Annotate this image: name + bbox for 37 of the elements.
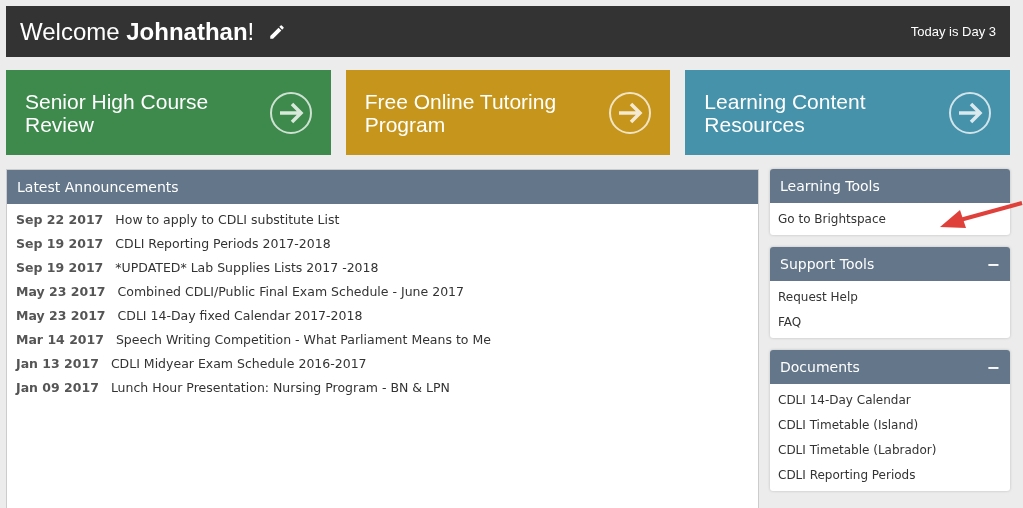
announcement-date: Mar 14 2017 bbox=[16, 331, 104, 349]
sidebar-link[interactable]: CDLI Timetable (Labrador) bbox=[778, 441, 1002, 459]
arrow-circle-icon bbox=[948, 90, 992, 135]
day-label: Today is Day 3 bbox=[910, 24, 996, 39]
panel-title: Learning Tools bbox=[780, 178, 880, 194]
sidebar-link[interactable]: CDLI Reporting Periods bbox=[778, 466, 1002, 484]
announcement-link[interactable]: CDLI Midyear Exam Schedule 2016-2017 bbox=[110, 355, 367, 373]
course-tile[interactable]: Learning Content Resources bbox=[685, 70, 1010, 155]
arrow-circle-icon bbox=[608, 90, 653, 135]
announcement-link[interactable]: Lunch Hour Presentation: Nursing Program - BN & LPN bbox=[110, 379, 450, 397]
sidebar-link[interactable]: CDLI Timetable (Island) bbox=[778, 416, 1002, 434]
announcement-date: Sep 22 2017 bbox=[16, 211, 104, 229]
announcement-link[interactable]: CDLI 14-Day fixed Calendar 2017-2018 bbox=[117, 307, 363, 325]
pencil-icon[interactable] bbox=[268, 22, 287, 41]
sidebar-link[interactable]: Go to Brightspace bbox=[778, 210, 1002, 228]
announcement-link[interactable]: Combined CDLI/Public Final Exam Schedule - June 2017 bbox=[117, 283, 464, 301]
sidebar-link[interactable]: Request Help bbox=[778, 288, 1002, 306]
collapse-button[interactable]: − bbox=[986, 254, 1000, 274]
panel-title: Support Tools bbox=[780, 256, 875, 272]
arrow-circle-icon bbox=[268, 90, 313, 135]
announcement-link[interactable]: Speech Writing Competition - What Parliament Means to Me bbox=[115, 331, 491, 349]
announcement-date: Sep 19 2017 bbox=[16, 259, 104, 277]
panel-title: Latest Announcements bbox=[17, 179, 179, 195]
announcement-link[interactable]: CDLI Reporting Periods 2017-2018 bbox=[115, 235, 331, 253]
announcement-date: May 23 2017 bbox=[16, 283, 106, 301]
announcement-link[interactable]: How to apply to CDLI substitute List bbox=[115, 211, 340, 229]
welcome-title: Welcome Johnathan! bbox=[20, 17, 255, 46]
sidebar-link[interactable]: FAQ bbox=[778, 313, 1002, 331]
course-tile[interactable]: Senior High Course Review bbox=[6, 70, 331, 155]
panel-title: Documents bbox=[780, 359, 860, 375]
sidebar-link[interactable]: CDLI 14-Day Calendar bbox=[778, 391, 1002, 409]
announcement-date: Sep 19 2017 bbox=[16, 235, 104, 253]
announcement-date: May 23 2017 bbox=[16, 307, 106, 325]
announcement-link[interactable]: *UPDATED* Lab Supplies Lists 2017 -2018 bbox=[115, 259, 379, 277]
announcement-date: Jan 13 2017 bbox=[16, 355, 99, 373]
collapse-button[interactable]: − bbox=[986, 357, 1000, 377]
announcement-date: Jan 09 2017 bbox=[16, 379, 99, 397]
